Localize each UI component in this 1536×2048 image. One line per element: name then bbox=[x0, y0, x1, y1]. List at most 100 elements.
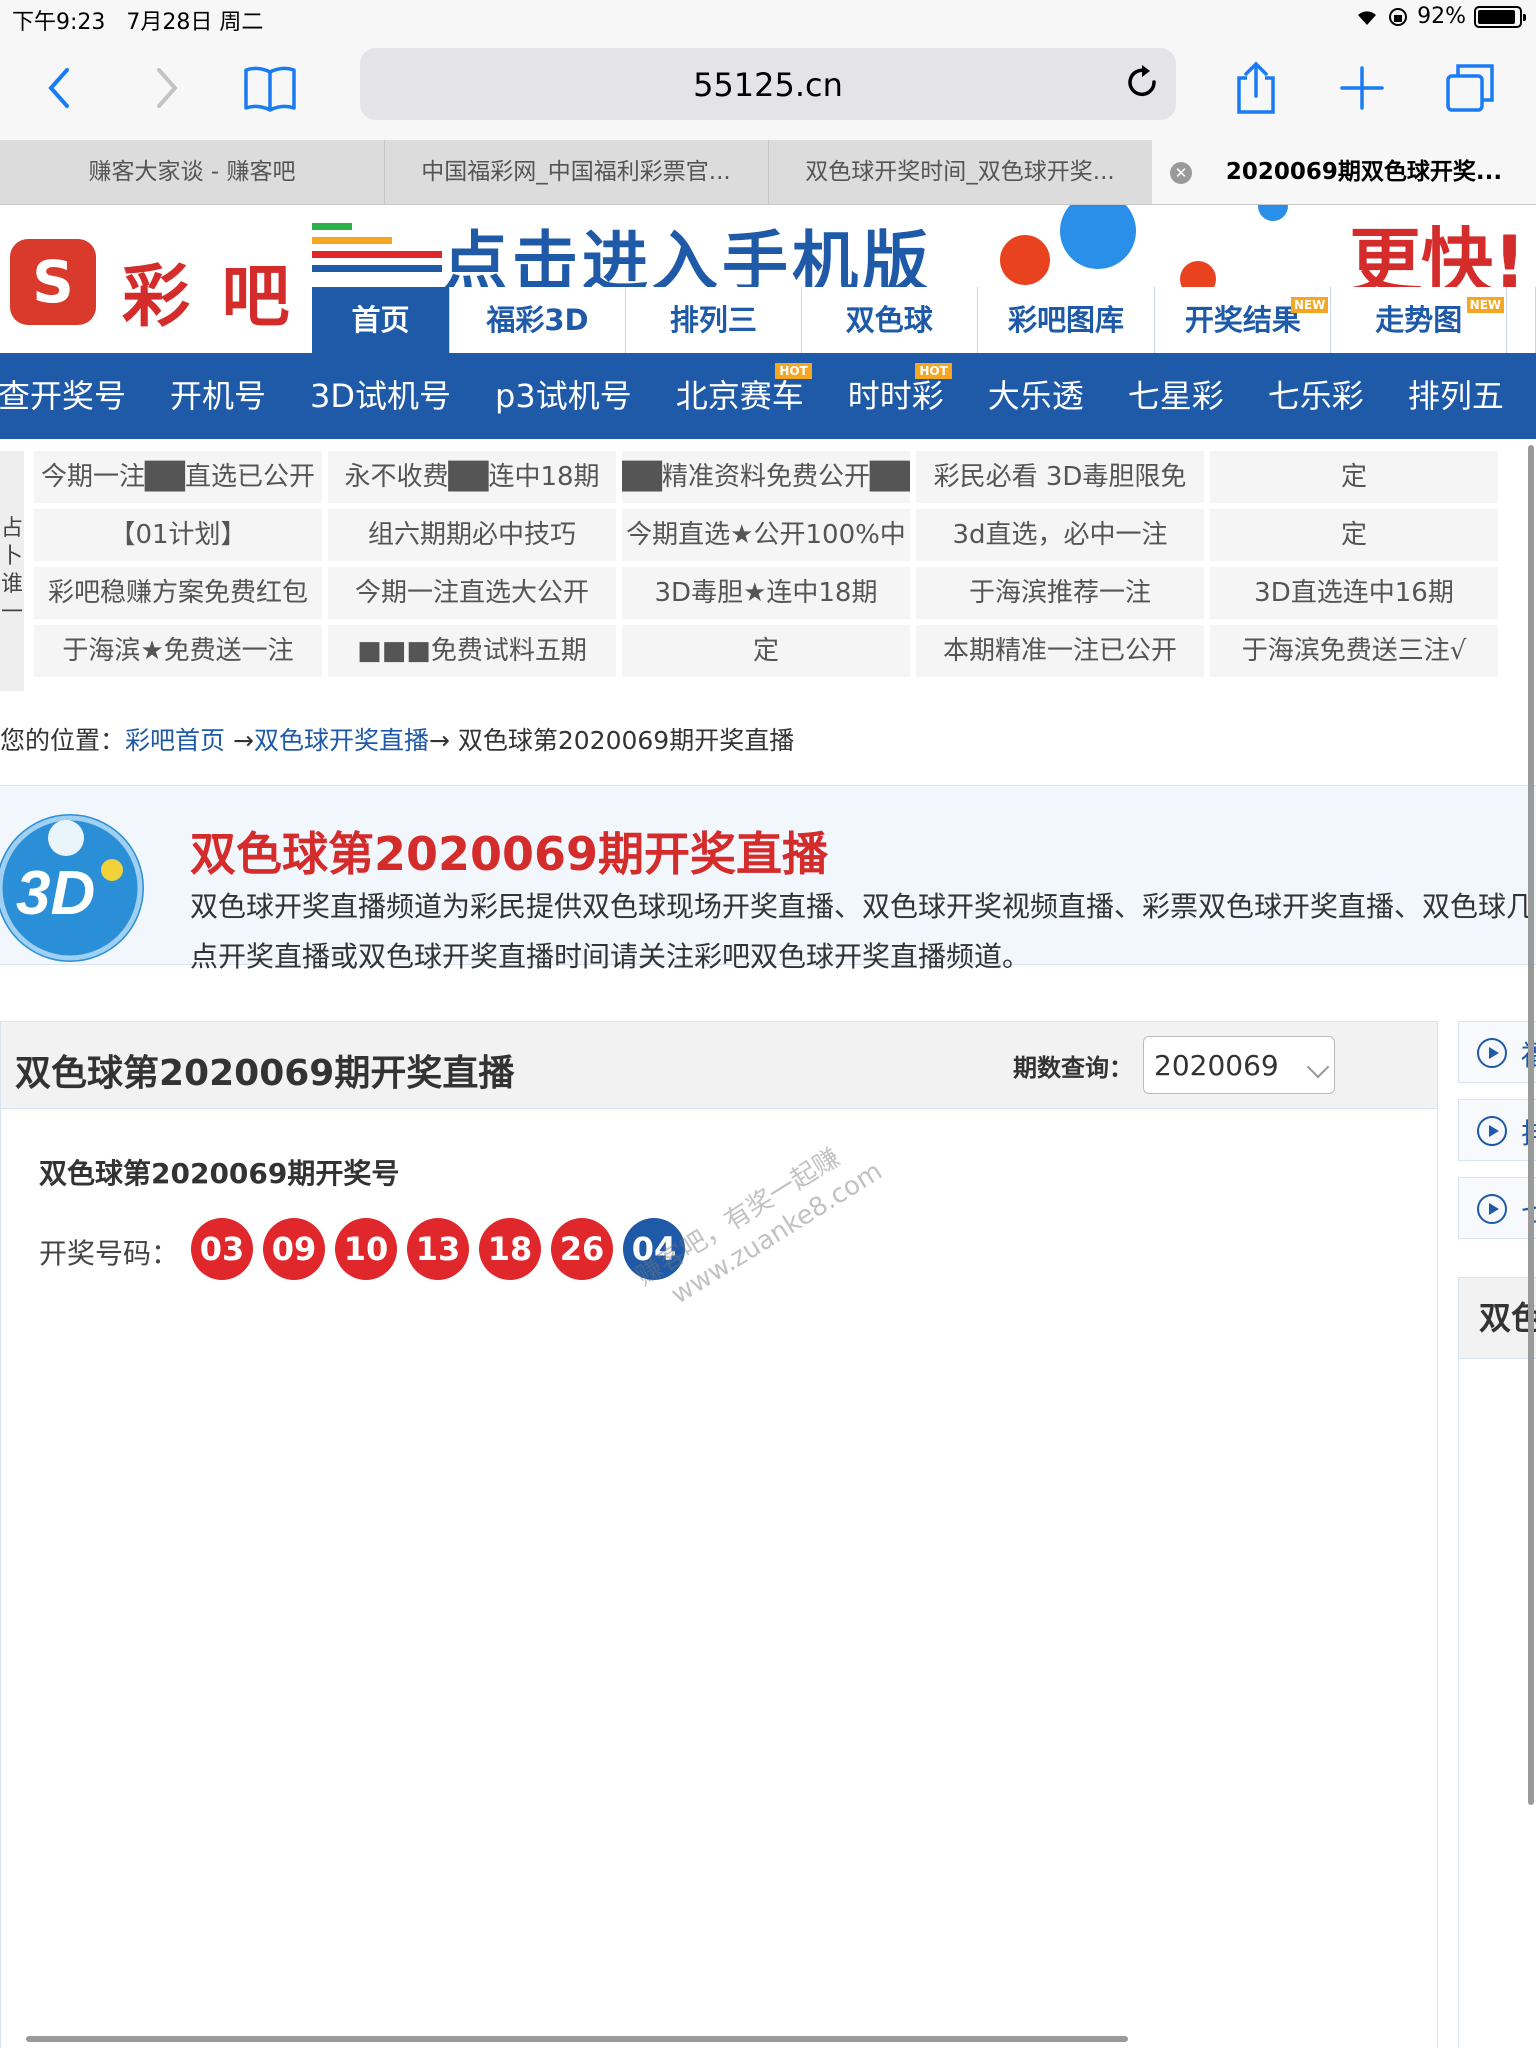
browser-tab[interactable]: 中国福彩网_中国福利彩票官... bbox=[384, 140, 769, 204]
ad-link[interactable]: 于海滨★免费送一注 bbox=[34, 625, 322, 677]
result-numbers-label: 开奖号码： bbox=[39, 1237, 180, 1270]
nav-item-home[interactable]: 首页 bbox=[312, 287, 451, 353]
ad-link[interactable]: 今期一注██直选已公开 bbox=[34, 451, 322, 503]
tab-label: 中国福彩网_中国福利彩票官... bbox=[421, 159, 731, 185]
main-nav: 首页 福彩3D 排列三 双色球 彩吧图库 开奖结果 NEW 走势图 NEW bbox=[312, 287, 1536, 353]
subnav-item[interactable]: 大乐透 bbox=[988, 353, 1084, 439]
period-select[interactable]: 2020069 bbox=[1143, 1036, 1335, 1094]
vertical-scrollbar[interactable] bbox=[1528, 445, 1534, 1805]
bookmarks-button[interactable] bbox=[240, 58, 300, 118]
new-badge: NEW bbox=[1466, 297, 1505, 313]
banner-text: 点击进入手机版 bbox=[442, 224, 932, 287]
browser-tab[interactable]: 赚客大家谈 - 赚客吧 bbox=[0, 140, 385, 204]
breadcrumb-section-link[interactable]: 双色球开奖直播 bbox=[254, 726, 429, 755]
book-icon bbox=[244, 66, 296, 112]
subnav-item[interactable]: 排列五 bbox=[1408, 353, 1504, 439]
breadcrumb-arrow: → bbox=[428, 726, 458, 755]
ad-link[interactable]: 今期一注直选大公开 bbox=[328, 567, 616, 619]
clock-time: 下午9:23 bbox=[12, 10, 106, 35]
ad-link[interactable]: 今期直选★公开100%中 bbox=[622, 509, 910, 561]
ad-link[interactable]: 定 bbox=[1210, 451, 1498, 503]
ad-link[interactable]: ■■■免费试料五期 bbox=[328, 625, 616, 677]
mobile-version-banner[interactable]: 点击进入手机版 更快! bbox=[312, 205, 1536, 287]
subnav-item[interactable]: 时时彩 HOT bbox=[847, 353, 952, 439]
ad-link[interactable]: 3d直选，必中一注 bbox=[916, 509, 1204, 561]
chevron-left-icon bbox=[48, 68, 69, 108]
back-button[interactable] bbox=[30, 58, 90, 118]
breadcrumb-current: 双色球第2020069期开奖直播 bbox=[457, 726, 795, 755]
ad-link[interactable]: 彩民必看 3D毒胆限免 bbox=[916, 451, 1204, 503]
subnav-item[interactable]: p3试机号 bbox=[495, 353, 632, 439]
orientation-lock-icon bbox=[1389, 7, 1408, 26]
ad-grid-side-label: 占卜谁一 bbox=[0, 451, 24, 691]
intro-section: 3D 双色球第2020069期开奖直播 双色球开奖直播频道为彩民提供双色球现场开… bbox=[0, 785, 1536, 973]
ad-link[interactable]: 于海滨推荐一注 bbox=[916, 567, 1204, 619]
subnav-item[interactable]: 开机号 bbox=[170, 353, 266, 439]
browser-tab-active[interactable]: ✕ 2020069期双色球开奖... bbox=[1152, 140, 1536, 204]
browser-toolbar: 55125.cn bbox=[0, 40, 1536, 140]
status-bar: 下午9:23 7月28日 周二 92% bbox=[0, 0, 1536, 40]
breadcrumb-home-link[interactable]: 彩吧首页 bbox=[125, 726, 225, 755]
address-bar[interactable]: 55125.cn bbox=[360, 48, 1176, 120]
nav-item-ssq[interactable]: 双色球 bbox=[801, 287, 978, 353]
nav-item-fc3d[interactable]: 福彩3D bbox=[450, 287, 626, 353]
breadcrumb: 您的位置：彩吧首页 →双色球开奖直播→ 双色球第2020069期开奖直播 bbox=[0, 721, 794, 757]
nav-item-overflow[interactable] bbox=[1507, 287, 1536, 353]
share-icon bbox=[1237, 61, 1275, 114]
sidebar-video-button[interactable]: 七 bbox=[1458, 1177, 1536, 1239]
nav-item-trend[interactable]: 走势图 NEW bbox=[1331, 287, 1508, 353]
horizontal-scrollbar[interactable] bbox=[26, 2036, 1128, 2042]
close-tab-icon[interactable]: ✕ bbox=[1170, 162, 1192, 184]
ad-link[interactable]: 于海滨免费送三注√ bbox=[1210, 625, 1498, 677]
sidebar-video-button[interactable]: 福 bbox=[1458, 1021, 1536, 1083]
play-circle-icon bbox=[1477, 1038, 1507, 1068]
browser-tab[interactable]: 双色球开奖时间_双色球开奖... bbox=[768, 140, 1153, 204]
nav-label: 双色球 bbox=[845, 303, 933, 337]
nav-label: 彩吧图库 bbox=[1008, 303, 1125, 337]
banner-blue-ball bbox=[1258, 205, 1288, 221]
forward-button[interactable] bbox=[136, 58, 196, 118]
new-tab-button[interactable] bbox=[1332, 58, 1392, 118]
subnav-item[interactable]: 3D试机号 bbox=[310, 353, 451, 439]
site-logo-text[interactable]: 彩 吧 bbox=[122, 241, 294, 340]
sidebar-box-title: 双色 bbox=[1459, 1278, 1536, 1359]
ad-link[interactable]: 永不收费██连中18期 bbox=[328, 451, 616, 503]
nav-item-pl3[interactable]: 排列三 bbox=[625, 287, 802, 353]
nav-item-gallery[interactable]: 彩吧图库 bbox=[977, 287, 1156, 353]
ad-link[interactable]: 3D直选连中16期 bbox=[1210, 567, 1498, 619]
sidebar-video-button[interactable]: 排 bbox=[1458, 1099, 1536, 1161]
url-text: 55125.cn bbox=[693, 66, 843, 104]
new-badge: NEW bbox=[1290, 297, 1329, 313]
subnav-item[interactable]: 七星彩 bbox=[1128, 353, 1224, 439]
ad-link[interactable]: 定 bbox=[622, 625, 910, 677]
tabs-overview-button[interactable] bbox=[1440, 58, 1500, 118]
winning-numbers: 03 09 10 13 18 26 04 bbox=[191, 1218, 685, 1280]
nav-item-results[interactable]: 开奖结果 NEW bbox=[1155, 287, 1332, 353]
tab-bar: 赚客大家谈 - 赚客吧 中国福彩网_中国福利彩票官... 双色球开奖时间_双色球… bbox=[0, 140, 1536, 205]
ad-link[interactable]: 组六期期必中技巧 bbox=[328, 509, 616, 561]
plus-icon bbox=[1340, 66, 1384, 110]
subnav-label: 北京赛车 bbox=[675, 377, 804, 415]
red-ball: 10 bbox=[335, 1218, 397, 1280]
share-button[interactable] bbox=[1226, 58, 1286, 118]
site-logo-icon[interactable]: S bbox=[10, 239, 96, 325]
subnav-label: 时时彩 bbox=[847, 377, 944, 415]
lottery-logo-graphic: 3D bbox=[0, 815, 143, 961]
subnav-item[interactable]: 七乐彩 bbox=[1268, 353, 1364, 439]
subnav-item[interactable]: 查开奖号 bbox=[0, 353, 126, 439]
banner-blue-ball bbox=[1060, 205, 1136, 269]
reload-icon bbox=[1128, 65, 1156, 97]
red-ball: 03 bbox=[191, 1218, 253, 1280]
chevron-right-icon bbox=[157, 68, 178, 108]
subnav-item[interactable]: 北京赛车 HOT bbox=[675, 353, 812, 439]
ad-link[interactable]: 彩吧稳赚方案免费红包 bbox=[34, 567, 322, 619]
banner-red-ball bbox=[1180, 261, 1216, 287]
reload-button[interactable] bbox=[1122, 62, 1162, 106]
ad-link[interactable]: 【01计划】 bbox=[34, 509, 322, 561]
banner-stripes-graphic bbox=[312, 223, 442, 272]
ad-link[interactable]: 3D毒胆★连中18期 bbox=[622, 567, 910, 619]
ad-link[interactable]: 定 bbox=[1210, 509, 1498, 561]
ad-link[interactable]: ██精准资料免费公开██ bbox=[622, 451, 910, 503]
ad-link[interactable]: 本期精准一注已公开 bbox=[916, 625, 1204, 677]
nav-label: 福彩3D bbox=[486, 303, 589, 337]
